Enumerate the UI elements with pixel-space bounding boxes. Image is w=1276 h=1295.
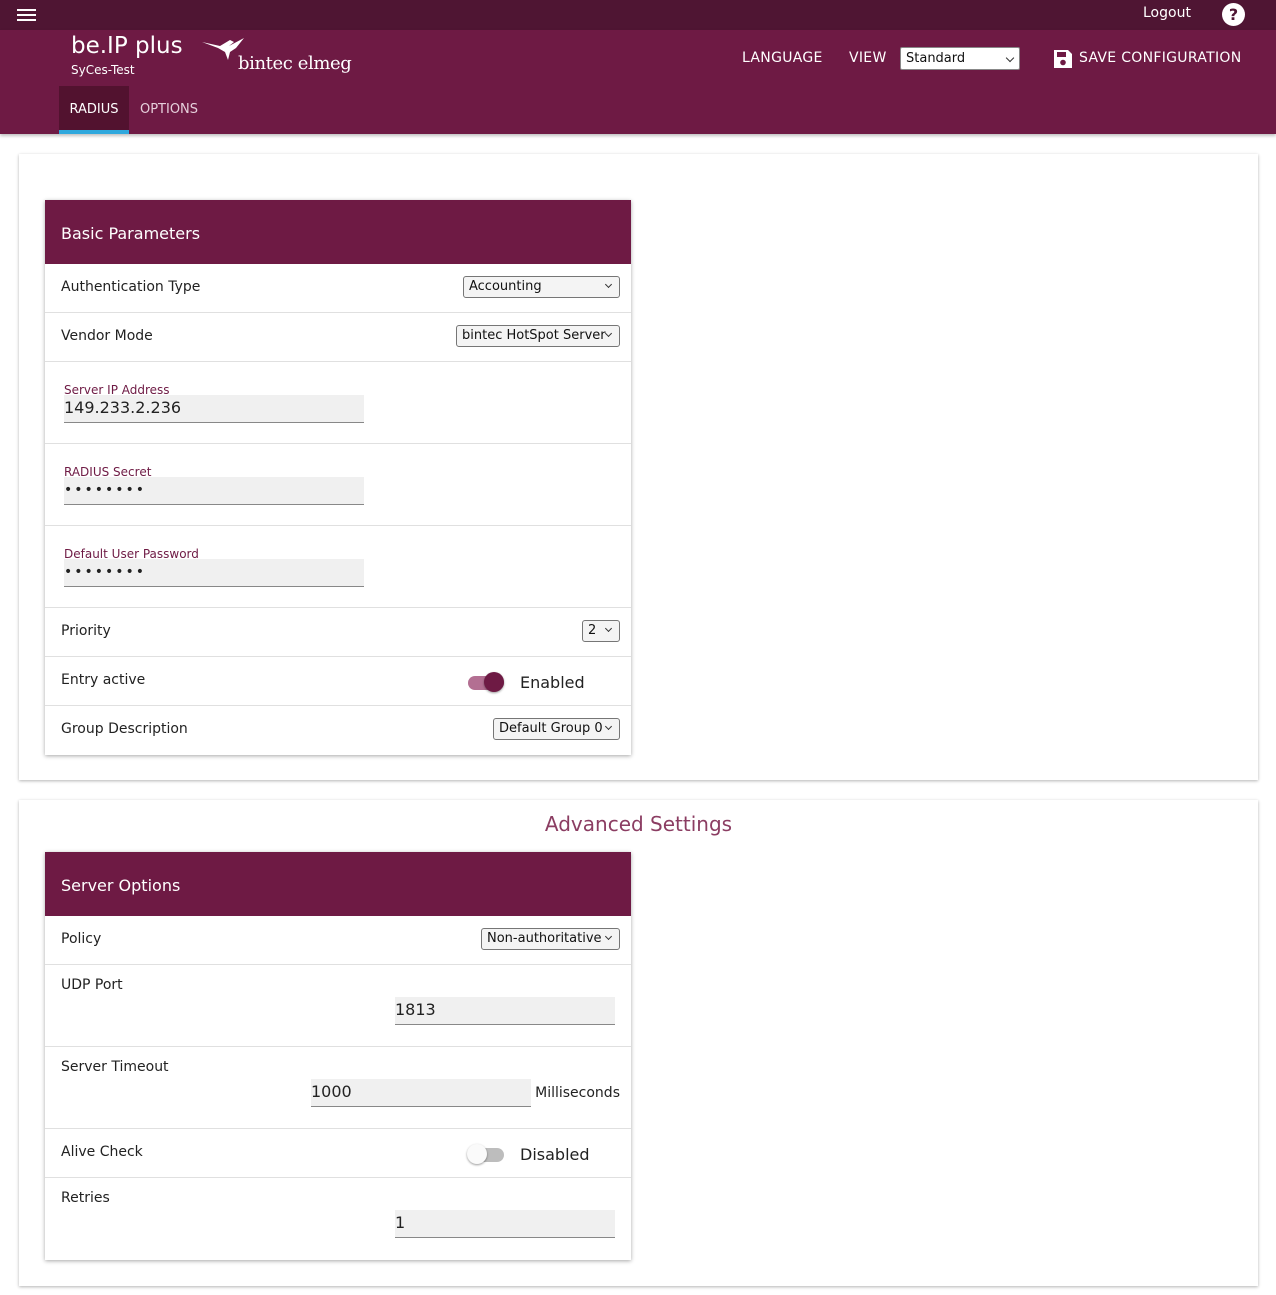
floppy-disk-icon [1054, 50, 1072, 68]
chevron-down-icon [604, 624, 613, 633]
retries-label: Retries [61, 1190, 110, 1206]
priority-label: Priority [61, 623, 111, 639]
radius-secret-row: RADIUS Secret •••••••• [45, 444, 631, 526]
policy-select[interactable]: Non-authoritative [481, 928, 620, 950]
authentication-type-label: Authentication Type [61, 279, 201, 295]
product-name: be.IP plus [71, 33, 183, 59]
group-description-row: Group Description Default Group 0 [45, 706, 631, 755]
policy-label: Policy [61, 931, 102, 947]
authentication-type-value: Accounting [469, 279, 542, 294]
server-ip-input[interactable]: 149.233.2.236 [64, 395, 364, 423]
view-select[interactable]: Standard [900, 47, 1020, 70]
card-title: Server Options [45, 852, 631, 916]
authentication-type-select[interactable]: Accounting [463, 276, 620, 298]
menu-icon[interactable] [17, 6, 37, 24]
card-title: Basic Parameters [45, 200, 631, 264]
help-icon[interactable]: ? [1222, 3, 1245, 26]
default-user-password-input[interactable]: •••••••• [64, 559, 364, 587]
entry-active-state: Enabled [520, 673, 585, 692]
save-configuration-label: SAVE CONFIGURATION [1079, 50, 1242, 66]
view-label: VIEW [849, 50, 887, 66]
server-ip-row: Server IP Address 149.233.2.236 [45, 362, 631, 444]
entry-active-label: Entry active [61, 672, 146, 688]
chevron-down-icon [604, 329, 613, 338]
vendor-mode-select[interactable]: bintec HotSpot Server [456, 325, 620, 347]
vendor-mode-row: Vendor Mode bintec HotSpot Server [45, 313, 631, 362]
brand-text: bintec elmeg [238, 53, 352, 74]
chevron-down-icon [604, 932, 613, 941]
chevron-down-icon [604, 722, 613, 731]
server-timeout-input[interactable]: 1000 [311, 1079, 531, 1107]
group-description-value: Default Group 0 [499, 721, 603, 736]
entry-active-row: Entry active Enabled [45, 657, 631, 706]
alive-check-toggle[interactable] [467, 1141, 507, 1165]
authentication-type-row: Authentication Type Accounting [45, 264, 631, 313]
advanced-settings-panel: Advanced Settings Server Options Policy … [19, 800, 1258, 1286]
vendor-mode-value: bintec HotSpot Server [462, 328, 606, 343]
top-bar: Logout ? [0, 0, 1276, 30]
device-name: SyCes-Test [71, 63, 135, 77]
group-description-select[interactable]: Default Group 0 [493, 718, 620, 740]
tab-radius[interactable]: RADIUS [59, 86, 129, 134]
server-timeout-row: Server Timeout 1000 Milliseconds [45, 1047, 631, 1129]
brand-logo: bintec elmeg [200, 36, 352, 82]
priority-row: Priority 2 [45, 608, 631, 657]
chevron-down-icon [604, 280, 613, 289]
entry-active-toggle[interactable] [467, 669, 507, 693]
policy-value: Non-authoritative [487, 931, 602, 946]
basic-parameters-card: Basic Parameters Authentication Type Acc… [45, 200, 631, 755]
language-menu[interactable]: LANGUAGE [742, 50, 823, 66]
alive-check-label: Alive Check [61, 1144, 143, 1160]
tab-options[interactable]: OPTIONS [131, 86, 207, 134]
priority-value: 2 [588, 623, 597, 638]
default-user-password-row: Default User Password •••••••• [45, 526, 631, 608]
udp-port-label: UDP Port [61, 977, 123, 993]
basic-parameters-panel: Basic Parameters Authentication Type Acc… [19, 154, 1258, 780]
server-options-card: Server Options Policy Non-authoritative … [45, 852, 631, 1260]
view-select-value: Standard [906, 51, 966, 66]
logout-link[interactable]: Logout [1143, 5, 1191, 21]
group-description-label: Group Description [61, 721, 188, 737]
udp-port-row: UDP Port 1813 [45, 965, 631, 1047]
policy-row: Policy Non-authoritative [45, 916, 631, 965]
advanced-settings-title[interactable]: Advanced Settings [19, 812, 1258, 836]
server-timeout-unit: Milliseconds [535, 1085, 620, 1101]
retries-row: Retries 1 [45, 1178, 631, 1260]
chevron-down-icon [1005, 53, 1015, 63]
udp-port-input[interactable]: 1813 [395, 997, 615, 1025]
alive-check-row: Alive Check Disabled [45, 1129, 631, 1178]
radius-secret-input[interactable]: •••••••• [64, 477, 364, 505]
server-timeout-label: Server Timeout [61, 1059, 169, 1075]
alive-check-state: Disabled [520, 1145, 590, 1164]
app-header: be.IP plus SyCes-Test bintec elmeg LANGU… [0, 30, 1276, 134]
retries-input[interactable]: 1 [395, 1210, 615, 1238]
priority-select[interactable]: 2 [582, 620, 620, 642]
vendor-mode-label: Vendor Mode [61, 328, 153, 344]
